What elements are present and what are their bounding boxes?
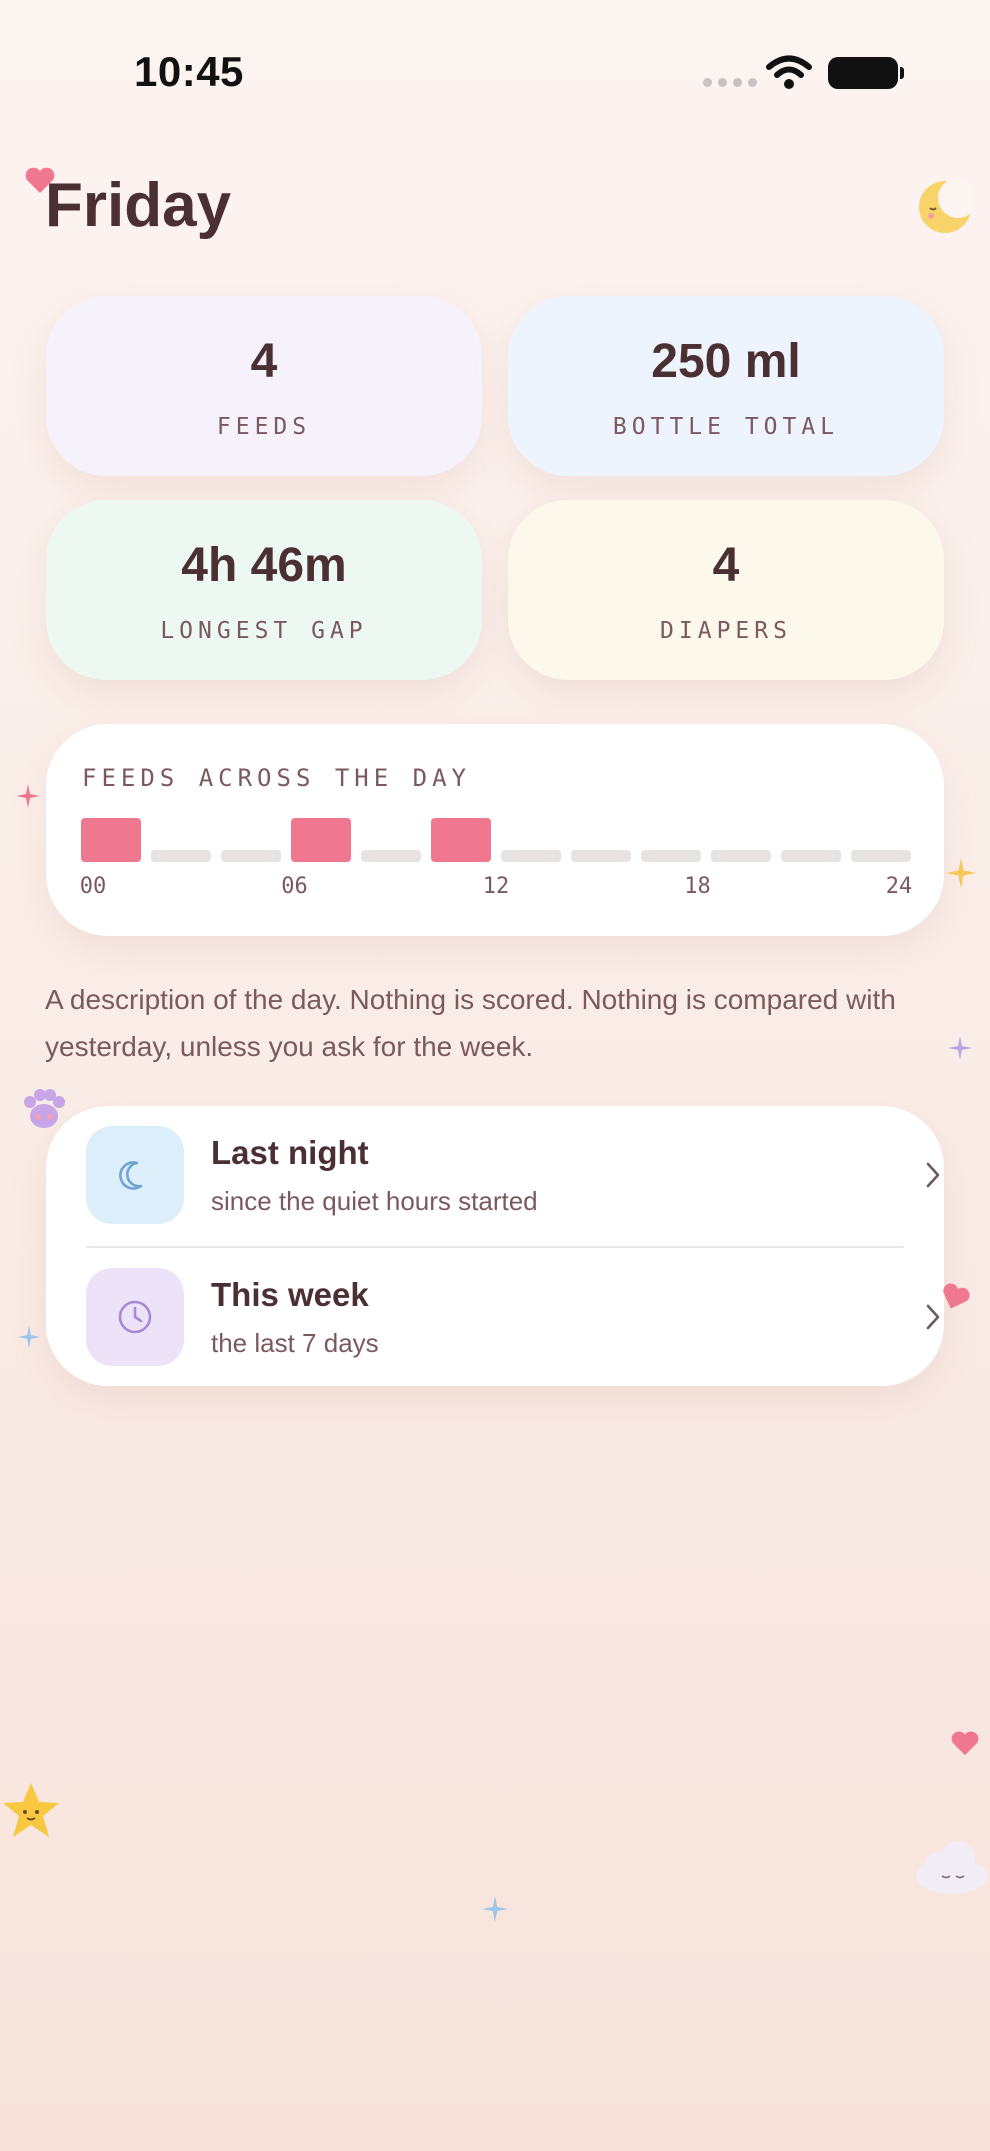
day-description: A description of the day. Nothing is sco… (45, 984, 896, 1062)
wifi-icon (766, 55, 812, 89)
chart-x-tick: 12 (482, 874, 510, 899)
stat-value: 4 (250, 335, 278, 388)
nav-title: This week (211, 1276, 369, 1313)
nav-subtitle: since the quiet hours started (211, 1186, 538, 1216)
sparkle-icon (482, 1896, 508, 1922)
chart-bar-empty (221, 850, 281, 862)
page-title: Friday (45, 171, 232, 240)
nav-row-last-night[interactable]: Last night since the quiet hours started (46, 1106, 944, 1246)
sparkle-icon (16, 784, 40, 808)
stat-card-diapers: 4 DIAPERS (508, 500, 944, 680)
stat-label: LONGEST GAP (160, 618, 368, 644)
paw-icon (24, 1089, 65, 1128)
chart-bar-empty (711, 850, 771, 862)
nav-title: Last night (211, 1134, 369, 1171)
feeds-chart-card: FEEDS ACROSS THE DAY 00 06 12 18 24 (46, 724, 944, 936)
stat-value: 250 ml (651, 335, 801, 388)
heart-icon (943, 1283, 970, 1309)
stat-label: BOTTLE TOTAL (612, 414, 840, 440)
clock-icon (118, 1300, 152, 1334)
moon-icon (119, 1161, 143, 1190)
moon-sticker-icon (919, 178, 974, 233)
history-nav-card: Last night since the quiet hours started… (46, 1106, 944, 1386)
chart-title: FEEDS ACROSS THE DAY (82, 764, 471, 792)
chart-bar-empty (501, 850, 561, 862)
chart-bar-empty (151, 850, 211, 862)
moon-icon-tile (86, 1126, 184, 1224)
chart-bar-feed (291, 818, 351, 862)
status-time: 10:45 (134, 48, 244, 95)
nav-subtitle: the last 7 days (211, 1328, 379, 1358)
clock-icon-tile (86, 1268, 184, 1366)
chevron-right-icon (926, 1162, 940, 1188)
cloud-sticker-icon (916, 1841, 988, 1894)
stat-label: DIAPERS (660, 618, 792, 644)
sparkle-icon (18, 1326, 40, 1348)
stat-value: 4h 46m (181, 539, 347, 592)
chart-bar-empty (641, 850, 701, 862)
chart-x-tick: 00 (79, 874, 107, 899)
stat-card-bottle-total: 250 ml BOTTLE TOTAL (508, 296, 944, 476)
chart-bar-feed (81, 818, 141, 862)
stat-value: 4 (712, 539, 740, 592)
heart-icon (951, 1731, 979, 1756)
nav-row-this-week[interactable]: This week the last 7 days (46, 1248, 944, 1388)
chart-x-tick: 18 (684, 874, 711, 899)
chart-x-tick: 24 (885, 874, 913, 899)
sparkle-icon (948, 1036, 972, 1060)
chart-bar-empty (781, 850, 841, 862)
chart-bar-feed (431, 818, 491, 862)
stat-label: FEEDS (216, 414, 312, 440)
cellular-signal-icon (703, 78, 757, 87)
chart-x-tick: 06 (281, 874, 308, 899)
stat-card-feeds: 4 FEEDS (46, 296, 482, 476)
star-sticker-icon (3, 1783, 59, 1837)
chart-bar-empty (571, 850, 631, 862)
status-bar: 10:45 (0, 0, 990, 150)
chart-bar-empty (851, 850, 911, 862)
chart-bar-empty (361, 850, 421, 862)
stat-card-longest-gap: 4h 46m LONGEST GAP (46, 500, 482, 680)
sparkle-icon (946, 858, 976, 888)
chart-bars (81, 818, 911, 862)
battery-icon (828, 57, 904, 89)
